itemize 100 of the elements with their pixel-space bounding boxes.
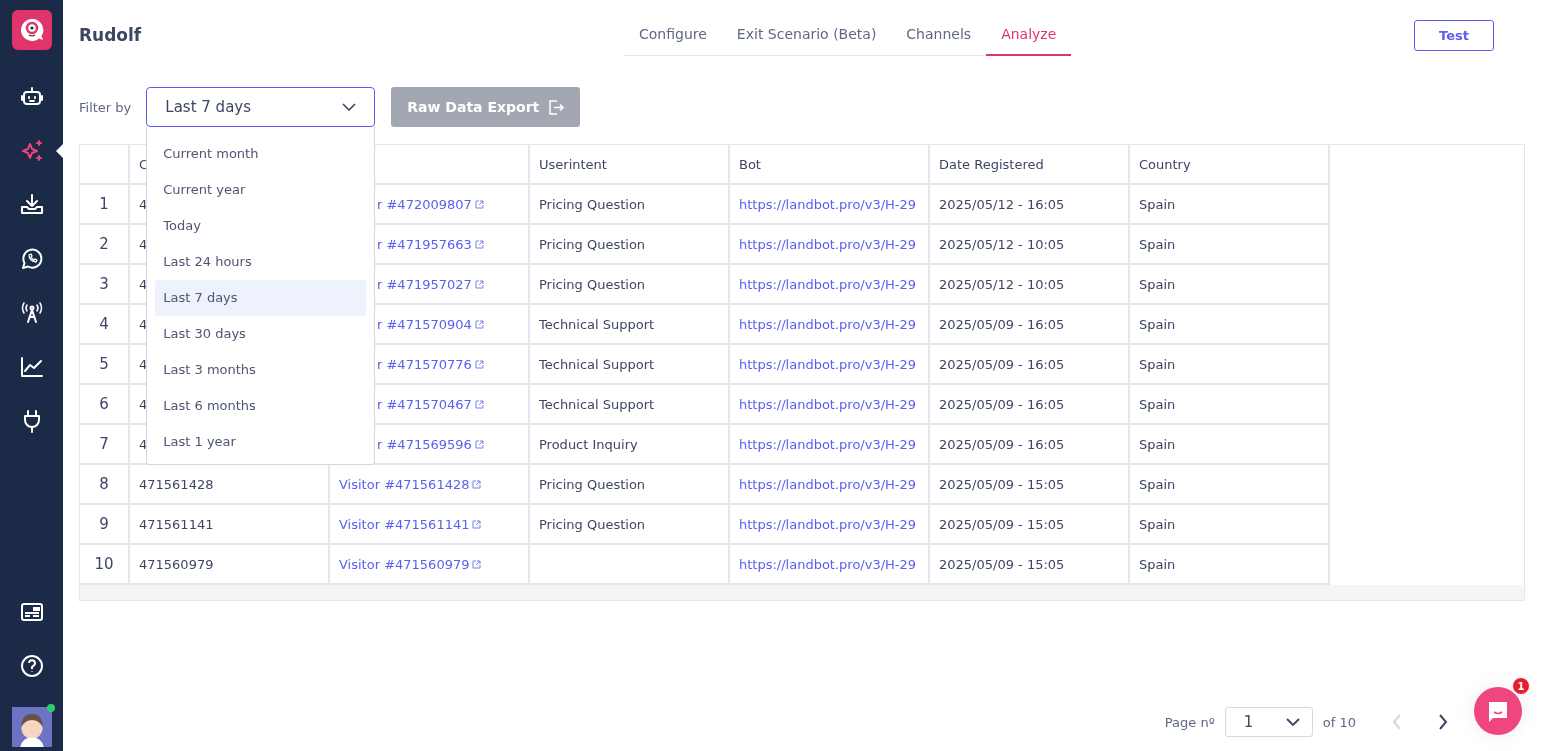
bot-link[interactable]: https://landbot.pro/v3/H-29 [739,276,917,292]
menu-option[interactable]: Last 1 year [155,424,367,460]
visitor-link[interactable]: Visitor #471560979 [339,556,470,572]
row-number: 2 [80,225,130,265]
menu-option[interactable]: Last 7 days [155,280,367,316]
external-link-icon [474,199,484,209]
menu-option[interactable]: Current month [155,136,367,172]
table-cell: Spain [1130,345,1330,385]
table-cell: Spain [1130,225,1330,265]
menu-option[interactable]: Last 30 days [155,316,367,352]
menu-option[interactable]: Last 24 hours [155,244,367,280]
external-link-icon [472,519,482,529]
column-header: Date Registered [930,145,1130,185]
visitor-link[interactable]: Visitor #471561428 [339,476,470,492]
tab[interactable]: Configure [624,14,722,56]
bot-title: Rudolf [79,25,143,45]
row-number: 3 [80,265,130,305]
test-button[interactable]: Test [1414,19,1494,51]
table-cell: Pricing Question [530,185,730,225]
visitor-link[interactable]: r #471569596 [377,436,472,452]
chevron-down-icon [342,103,357,111]
logo-icon[interactable] [11,10,52,50]
table-cell: Pricing Question [530,225,730,265]
external-link-icon [474,279,484,289]
table-cell: Spain [1130,305,1330,345]
tab[interactable]: Exit Scenario (Beta) [721,14,892,56]
page-label: Page nº [1164,714,1215,730]
table-cell: Pricing Question [530,465,730,505]
bot-link[interactable]: https://landbot.pro/v3/H-29 [739,316,917,332]
tab[interactable]: Channels [891,14,987,56]
external-link-icon [474,399,484,409]
help-icon[interactable] [18,653,45,679]
bot-link[interactable]: https://landbot.pro/v3/H-29 [739,236,917,252]
table-cell: 2025/05/09 - 15:05 [930,465,1130,505]
visitor-link[interactable]: r #471570467 [377,396,472,412]
table-cell: Pricing Question [530,505,730,545]
row-number: 1 [80,185,130,225]
external-link-icon [474,359,484,369]
visitor-link[interactable]: r #471570904 [377,316,472,332]
bot-link[interactable]: https://landbot.pro/v3/H-29 [739,356,917,372]
menu-option[interactable]: Last 6 months [155,388,367,424]
table-cell: Technical Support [530,345,730,385]
external-link-icon [474,239,484,249]
external-link-icon [474,439,484,449]
filter-dropdown[interactable]: Last 7 days [146,87,376,127]
table-cell: 2025/05/09 - 15:05 [930,505,1130,545]
avatar[interactable] [11,707,52,747]
visitor-link[interactable]: r #472009807 [377,196,472,212]
line-chart-icon[interactable] [18,354,45,380]
tab[interactable]: Analyze [986,14,1072,56]
bot-link[interactable]: https://landbot.pro/v3/H-29 [739,476,917,492]
table-cell: 2025/05/12 - 10:05 [930,265,1130,305]
active-pointer [55,143,64,159]
visitor-link[interactable]: r #471957027 [377,276,472,292]
table-cell: Spain [1130,465,1330,505]
column-header: Bot [730,145,930,185]
bot-link[interactable]: https://landbot.pro/v3/H-29 [739,556,917,572]
row-number: 5 [80,345,130,385]
bot-link[interactable]: https://landbot.pro/v3/H-29 [739,516,917,532]
filter-label: Filter by [79,99,132,115]
table-cell: 2025/05/09 - 16:05 [930,385,1130,425]
row-number: 9 [80,505,130,545]
column-header: Country [1130,145,1330,185]
table-cell: 2025/05/09 - 16:05 [930,345,1130,385]
horizontal-scrollbar[interactable] [80,585,1524,600]
visitor-link[interactable]: r #471957663 [377,236,472,252]
next-page-icon[interactable] [1438,714,1448,730]
row-number: 4 [80,305,130,345]
external-link-icon [474,319,484,329]
bot-link[interactable]: https://landbot.pro/v3/H-29 [739,196,917,212]
menu-option[interactable]: Current year [155,172,367,208]
table-cell: Spain [1130,385,1330,425]
row-number: 7 [80,425,130,465]
row-number: 8 [80,465,130,505]
page-total: of 10 [1322,714,1356,730]
external-link-icon [472,479,482,489]
visitor-link[interactable]: r #471570776 [377,356,472,372]
bot-link[interactable]: https://landbot.pro/v3/H-29 [739,396,917,412]
visitor-link[interactable]: Visitor #471561141 [339,516,470,532]
table-cell: 2025/05/09 - 16:05 [930,305,1130,345]
bot-link[interactable]: https://landbot.pro/v3/H-29 [739,436,917,452]
table-cell: 2025/05/12 - 16:05 [930,185,1130,225]
menu-option[interactable]: Today [155,208,367,244]
table-cell: 2025/05/09 - 16:05 [930,425,1130,465]
table-cell: Pricing Question [530,265,730,305]
table-cell: 471561141 [130,505,330,545]
page-select[interactable]: 1 [1224,707,1313,737]
table-cell: 471561428 [130,465,330,505]
menu-option[interactable]: Last 3 months [155,352,367,388]
column-header: Userintent [530,145,730,185]
table-cell: Technical Support [530,385,730,425]
table-cell: 2025/05/12 - 10:05 [930,225,1130,265]
table-cell: Product Inquiry [530,425,730,465]
notification-badge: 1 [1512,677,1530,695]
chevron-down-icon [1285,718,1300,726]
external-link-icon [472,559,482,569]
table-cell: Spain [1130,265,1330,305]
export-icon [547,98,565,116]
table-cell: Spain [1130,425,1330,465]
table-cell: Spain [1130,185,1330,225]
